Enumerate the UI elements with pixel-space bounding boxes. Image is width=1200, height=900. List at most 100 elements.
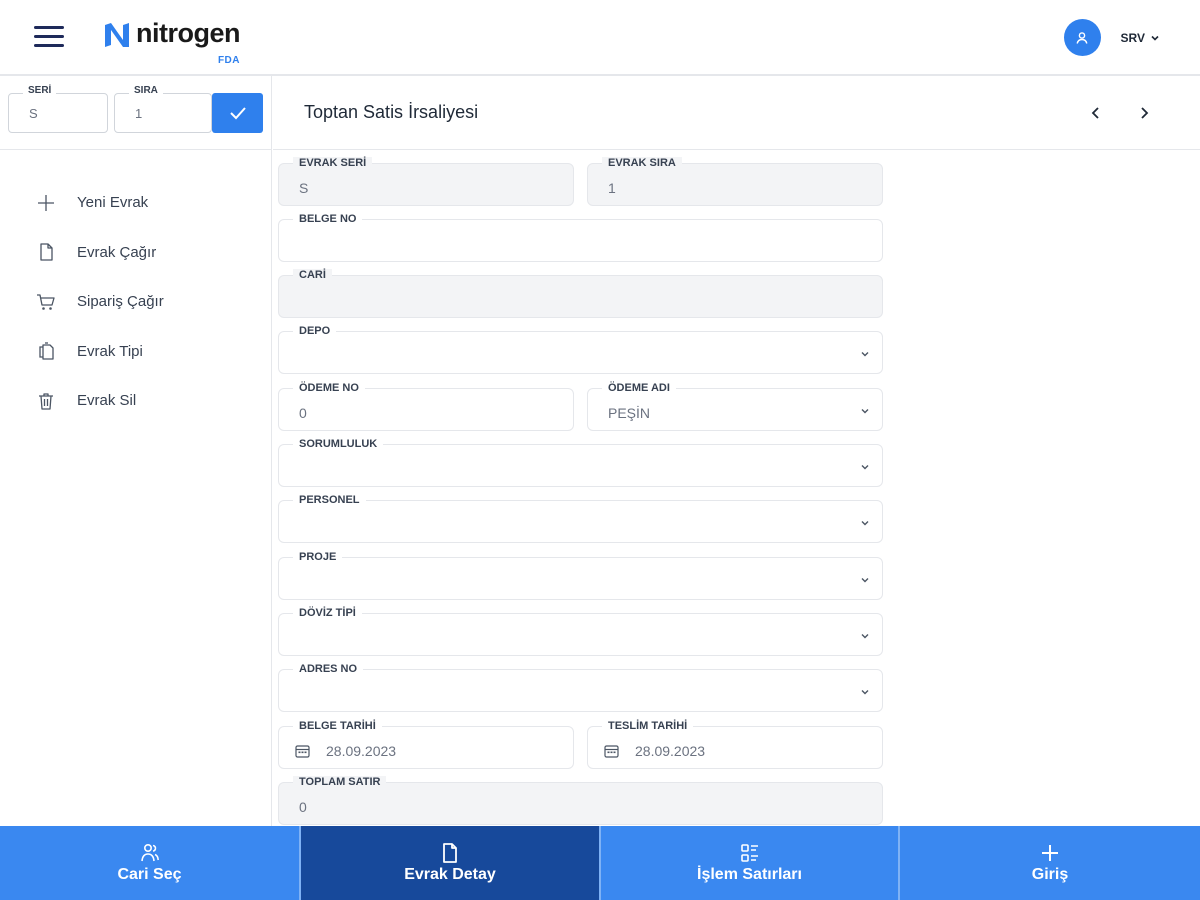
field-value: S <box>299 180 309 196</box>
field-value[interactable]: PEŞİN <box>608 405 650 421</box>
sidebar-menu: Yeni Evrak Evrak Çağır Sipariş Çağır Evr… <box>0 150 271 426</box>
document-icon <box>443 843 457 863</box>
field-value[interactable]: 28.09.2023 <box>326 743 396 759</box>
sira-field[interactable]: SIRA 1 <box>114 85 212 133</box>
depo-select[interactable]: DEPO <box>278 325 883 374</box>
field-label: SORUMLULUK <box>293 438 384 451</box>
sidebar-item-evrak-sil[interactable]: Evrak Sil <box>0 376 271 426</box>
toplam-satir-field: TOPLAM SATIR 0 <box>278 776 883 825</box>
field-label: CARİ <box>293 269 332 282</box>
tab-islem-satirlari[interactable]: İşlem Satırları <box>601 826 900 900</box>
evrak-sira-field: EVRAK SIRA 1 <box>587 157 883 206</box>
field-label: PROJE <box>293 551 343 564</box>
field-value[interactable]: 0 <box>299 405 307 421</box>
chevron-down-icon[interactable] <box>860 631 870 641</box>
field-label: DEPO <box>293 325 337 338</box>
logo: nitrogen FDA <box>102 18 241 66</box>
cart-icon <box>37 294 55 310</box>
series-bar: SERİ S SIRA 1 <box>0 76 271 150</box>
menu-icon[interactable] <box>34 26 64 48</box>
field-label: PERSONEL <box>293 494 366 507</box>
field-label: BELGE TARİHİ <box>293 720 382 733</box>
chevron-left-icon[interactable] <box>1087 104 1105 122</box>
belge-tarihi-field[interactable]: BELGE TARİHİ 28.09.2023 <box>278 720 574 769</box>
sorumluluk-select[interactable]: SORUMLULUK <box>278 438 883 487</box>
sidebar-item-yeni-evrak[interactable]: Yeni Evrak <box>0 178 271 228</box>
proje-select[interactable]: PROJE <box>278 551 883 600</box>
personel-select[interactable]: PERSONEL <box>278 494 883 543</box>
sidebar-item-label: Evrak Çağır <box>77 243 157 261</box>
chevron-right-icon[interactable] <box>1135 104 1153 122</box>
tab-giris[interactable]: Giriş <box>900 826 1200 900</box>
field-label: ÖDEME ADI <box>602 382 676 395</box>
avatar[interactable] <box>1063 19 1101 56</box>
evrak-seri-field: EVRAK SERİ S <box>278 157 574 206</box>
app-header: nitrogen FDA SRV <box>0 0 1200 76</box>
plus-icon <box>38 194 54 211</box>
confirm-button[interactable] <box>212 93 263 133</box>
sidebar-item-label: Sipariş Çağır <box>77 293 164 311</box>
field-label: DÖVİZ TİPİ <box>293 607 362 620</box>
calendar-icon[interactable] <box>604 744 619 758</box>
seri-field[interactable]: SERİ S <box>8 85 108 133</box>
field-label: BELGE NO <box>293 213 363 226</box>
sidebar-item-label: Evrak Tipi <box>77 342 143 360</box>
calendar-icon[interactable] <box>295 744 310 758</box>
sira-value[interactable]: 1 <box>135 106 142 121</box>
logo-text: nitrogen FDA <box>136 18 241 66</box>
copy-icon <box>39 342 54 360</box>
tab-label: Giriş <box>1031 866 1069 883</box>
users-icon <box>140 843 159 862</box>
trash-icon <box>39 393 53 410</box>
field-label: ADRES NO <box>293 663 364 676</box>
main-content: Toptan Satis İrsaliyesi EVRAK SERİ S EVR… <box>273 76 1200 826</box>
belge-no-field[interactable]: BELGE NO <box>278 213 883 262</box>
chevron-down-icon[interactable] <box>1150 33 1160 43</box>
sidebar-item-evrak-cagir[interactable]: Evrak Çağır <box>0 228 271 278</box>
list-icon <box>740 844 758 862</box>
seri-value[interactable]: S <box>29 106 38 121</box>
user-name[interactable]: SRV <box>1121 31 1145 45</box>
field-label: TOPLAM SATIR <box>293 776 387 789</box>
sidebar-item-label: Yeni Evrak <box>77 194 149 212</box>
logo-mark-icon <box>105 23 129 47</box>
odeme-adi-select[interactable]: ÖDEME ADI PEŞİN <box>587 382 883 431</box>
cari-field: CARİ <box>278 269 883 318</box>
teslim-tarihi-field[interactable]: TESLİM TARİHİ 28.09.2023 <box>587 720 883 769</box>
sira-label: SIRA <box>129 85 163 96</box>
sidebar-item-siparis-cagir[interactable]: Sipariş Çağır <box>0 277 271 327</box>
odeme-no-field[interactable]: ÖDEME NO 0 <box>278 382 574 431</box>
field-label: TESLİM TARİHİ <box>602 720 694 733</box>
seri-label: SERİ <box>23 85 57 96</box>
user-menu[interactable]: SRV <box>1063 19 1160 56</box>
sidebar: SERİ S SIRA 1 Yeni Evrak Evrak Çağır Sip… <box>0 76 272 826</box>
field-label: EVRAK SIRA <box>602 157 682 170</box>
document-icon <box>40 243 53 261</box>
chevron-down-icon[interactable] <box>860 462 870 472</box>
check-icon <box>229 107 246 120</box>
tab-label: Evrak Detay <box>404 866 496 883</box>
field-value[interactable]: 28.09.2023 <box>635 743 705 759</box>
tab-evrak-detay[interactable]: Evrak Detay <box>301 826 601 900</box>
field-label: EVRAK SERİ <box>293 157 373 170</box>
tab-label: Cari Seç <box>117 866 182 883</box>
field-value: 1 <box>608 180 616 196</box>
page-title: Toptan Satis İrsaliyesi <box>304 102 479 122</box>
tab-label: İşlem Satırları <box>697 866 802 883</box>
adres-no-select[interactable]: ADRES NO <box>278 663 883 712</box>
field-label: ÖDEME NO <box>293 382 365 395</box>
tab-cari-sec[interactable]: Cari Seç <box>0 826 301 900</box>
chevron-down-icon[interactable] <box>860 406 870 416</box>
chevron-down-icon[interactable] <box>860 575 870 585</box>
field-value: 0 <box>299 799 307 815</box>
title-bar: Toptan Satis İrsaliyesi <box>273 76 1200 150</box>
bottom-tab-bar: Cari Seç Evrak Detay İşlem Satırları Gir… <box>0 826 1200 900</box>
chevron-down-icon[interactable] <box>860 349 870 359</box>
chevron-down-icon[interactable] <box>860 518 870 528</box>
doviz-tipi-select[interactable]: DÖVİZ TİPİ <box>278 607 883 656</box>
logo-subtitle: FDA <box>217 55 240 66</box>
plus-icon <box>1042 845 1058 861</box>
sidebar-item-label: Evrak Sil <box>77 392 137 410</box>
chevron-down-icon[interactable] <box>860 687 870 697</box>
sidebar-item-evrak-tipi[interactable]: Evrak Tipi <box>0 327 271 377</box>
